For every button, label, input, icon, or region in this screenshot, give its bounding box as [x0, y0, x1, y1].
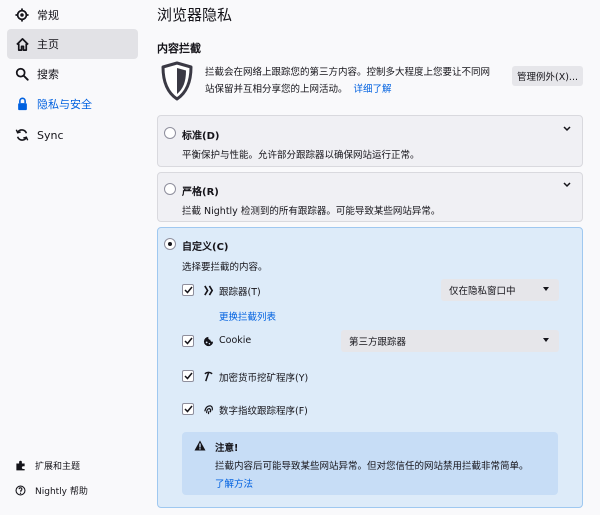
sidebar-item-label: 隐私与安全 [37, 98, 92, 111]
help-icon [14, 485, 26, 497]
standard-title: 标准(D) [182, 131, 220, 142]
strict-radio[interactable] [164, 183, 176, 195]
search-icon [14, 66, 30, 82]
lock-icon [14, 96, 30, 112]
shield-icon [160, 61, 194, 104]
page-title: 浏览器隐私 [157, 6, 233, 24]
standard-radio[interactable] [164, 127, 176, 139]
gear-icon [14, 7, 30, 23]
warning-title: 注意! [215, 443, 239, 454]
warning-text: 拦截内容后可能导致某些网站异常。但对您信任的网站禁用拦截非常简单。 [215, 461, 529, 472]
cookie-label: Cookie [219, 335, 252, 346]
sidebar-item-label: 常规 [37, 9, 59, 22]
cookie-select-value: 第三方跟踪器 [349, 337, 407, 348]
sync-icon [14, 127, 30, 143]
strict-description: 拦截 Nightly 检测到的所有跟踪器。可能导致某些网站异常。 [182, 206, 441, 217]
sidebar-item-general[interactable]: 常规 [7, 0, 138, 30]
sidebar-item-label: Nightly 帮助 [35, 487, 88, 497]
fingerprinters-checkbox[interactable] [182, 403, 194, 415]
sidebar-item-label: 搜索 [37, 68, 59, 81]
chevron-down-icon[interactable] [563, 125, 571, 135]
sidebar-item-home[interactable]: 主页 [7, 29, 138, 59]
content-blocking-description: 拦截会在网络上跟踪您的第三方内容。控制多大程度上您要让不同网站保留并互相分享您的… [205, 64, 495, 98]
learn-more-link[interactable]: 详细了解 [354, 84, 392, 95]
sidebar-item-sync[interactable]: Sync [7, 120, 138, 150]
custom-option-card[interactable]: 自定义(C) 选择要拦截的内容。 跟踪器(T) 仅在隐私窗口中 更换拦截列表 C… [157, 227, 583, 508]
warning-box: 注意! 拦截内容后可能导致某些网站异常。但对您信任的网站禁用拦截非常简单。 了解… [182, 432, 558, 495]
puzzle-icon [14, 460, 26, 472]
strict-option-card[interactable]: 严格(R) 拦截 Nightly 检测到的所有跟踪器。可能导致某些网站异常。 [157, 172, 583, 222]
manage-exceptions-button[interactable]: 管理例外(X)... [512, 66, 583, 86]
custom-radio[interactable] [164, 238, 176, 250]
sidebar-item-search[interactable]: 搜索 [7, 59, 138, 89]
sidebar-item-label: Sync [37, 128, 64, 142]
dropdown-caret-icon [543, 287, 549, 291]
section-title: 内容拦截 [157, 42, 201, 55]
cookie-select[interactable]: 第三方跟踪器 [341, 330, 559, 352]
trackers-select-value: 仅在隐私窗口中 [449, 286, 516, 297]
trackers-checkbox[interactable] [182, 284, 194, 296]
custom-description: 选择要拦截的内容。 [182, 262, 268, 273]
cryptominer-icon [202, 370, 214, 382]
tracker-icon [202, 284, 214, 296]
fingerprint-icon [202, 403, 214, 415]
custom-title: 自定义(C) [182, 242, 229, 253]
strict-title: 严格(R) [182, 187, 219, 198]
description-text: 拦截会在网络上跟踪您的第三方内容。控制多大程度上您要让不同网站保留并互相分享您的… [205, 67, 491, 95]
home-icon [14, 36, 30, 52]
sidebar: 常规 主页 搜索 隐私与安全 Sync 扩展和主题 Nightly 帮助 [0, 0, 145, 515]
change-block-list-link[interactable]: 更换拦截列表 [219, 309, 276, 323]
standard-description: 平衡保护与性能。允许部分跟踪器以确保网站运行正常。 [182, 150, 420, 161]
cookie-icon [202, 335, 214, 347]
sidebar-item-privacy[interactable]: 隐私与安全 [7, 89, 138, 119]
trackers-select[interactable]: 仅在隐私窗口中 [441, 279, 559, 301]
cryptominers-label: 加密货币挖矿程序(Y) [219, 373, 309, 384]
dropdown-caret-icon [543, 338, 549, 342]
fingerprinters-label: 数字指纹跟踪程序(F) [219, 406, 308, 417]
learn-how-link[interactable]: 了解方法 [215, 476, 253, 490]
cookie-checkbox[interactable] [182, 335, 194, 347]
trackers-label: 跟踪器(T) [219, 287, 261, 298]
sidebar-item-label: 主页 [37, 38, 59, 51]
cryptominers-checkbox[interactable] [182, 370, 194, 382]
standard-option-card[interactable]: 标准(D) 平衡保护与性能。允许部分跟踪器以确保网站运行正常。 [157, 115, 583, 167]
warning-icon [194, 440, 206, 454]
sidebar-item-label: 扩展和主题 [35, 462, 81, 472]
chevron-down-icon[interactable] [563, 181, 571, 191]
sidebar-item-help[interactable]: Nightly 帮助 [14, 484, 88, 497]
sidebar-item-addons[interactable]: 扩展和主题 [14, 459, 80, 472]
